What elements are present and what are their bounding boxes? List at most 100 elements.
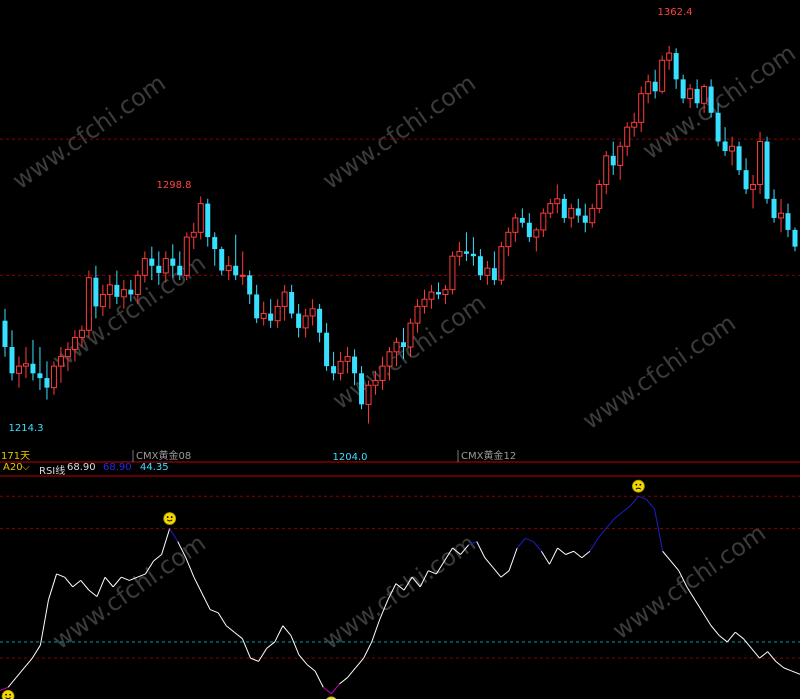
candle-body-82 (575, 208, 581, 216)
candle-body-12 (85, 277, 92, 331)
candle-body-52 (365, 384, 372, 405)
candle-body-75 (526, 222, 532, 238)
rsi-segment-40 (322, 686, 332, 695)
candle-body-35 (247, 275, 253, 295)
candle-body-59 (414, 305, 421, 324)
signal-smiley-low-1-eye-right (9, 693, 11, 696)
rsi-segment-34 (274, 625, 284, 643)
candle-body-94 (659, 59, 666, 92)
rsi-segment-2 (15, 667, 25, 678)
candle-body-62 (435, 292, 441, 295)
rsi-segment-76 (613, 511, 623, 520)
candle-body-42 (296, 313, 302, 328)
rsi-segment-94 (759, 651, 768, 659)
rsi-segment-68 (549, 547, 559, 565)
candle-body-96 (673, 53, 679, 80)
candle-body-46 (324, 332, 330, 367)
indicator-value-2: 44.35 (140, 462, 169, 473)
rsi-segment-63 (508, 547, 518, 571)
indicator-value-high: 68.90 (103, 462, 132, 473)
candle-body-77 (540, 212, 547, 231)
rsi-segment-5 (39, 599, 49, 646)
candle-body-37 (260, 313, 267, 319)
rsi-segment-62 (500, 570, 510, 578)
rsi-segment-71 (573, 550, 583, 559)
rsi-segment-67 (540, 550, 550, 565)
candle-body-61 (428, 291, 435, 300)
rsi-segment-70 (565, 550, 574, 555)
rsi-segment-36 (290, 635, 300, 656)
watermark-6: www.cfchi.com (47, 529, 210, 655)
signal-markers (1, 479, 645, 699)
candle-body-31 (219, 249, 225, 271)
signal-smiley-high-1-face (163, 512, 177, 525)
candle-body-97 (680, 79, 686, 99)
candle-body-0 (2, 320, 8, 348)
candle-body-73 (512, 217, 519, 233)
candle-body-33 (233, 265, 239, 276)
rsi-segment-4 (31, 644, 41, 659)
signal-frown-high (631, 479, 645, 493)
signal-smiley-high-1-eye-right (170, 516, 173, 518)
chevron-down-icon[interactable]: ⌵ (22, 462, 30, 473)
rsi-segment-26 (209, 609, 219, 614)
candle-body-110 (771, 198, 777, 218)
rsi-segment-37 (298, 654, 308, 665)
candle-body-72 (505, 231, 512, 248)
candle-body-102 (715, 112, 721, 142)
candle-body-40 (281, 291, 288, 307)
candle-body-65 (456, 250, 463, 257)
candle-body-54 (379, 365, 386, 381)
candle-body-13 (93, 277, 99, 307)
candle-body-53 (372, 379, 379, 386)
rsi-segment-65 (525, 537, 534, 543)
candle-body-38 (268, 313, 274, 321)
candle-body-48 (337, 360, 344, 374)
candle-body-92 (645, 81, 652, 95)
candle-body-51 (359, 373, 365, 405)
candle-body-95 (666, 52, 673, 61)
candle-body-14 (99, 293, 106, 307)
rsi-segment-3 (23, 657, 33, 669)
indicator-name[interactable]: A20 (3, 462, 23, 473)
rsi-segment-86 (694, 599, 704, 614)
watermark-8: www.cfchi.com (607, 519, 770, 645)
candle-body-66 (463, 251, 469, 254)
rsi-segment-73 (589, 538, 599, 552)
rsi-segment-89 (718, 635, 728, 643)
rsi-segment-64 (516, 537, 526, 549)
rsi-segment-80 (646, 499, 655, 510)
candle-body-58 (407, 322, 414, 348)
rsi-segment-77 (621, 505, 631, 513)
candle-body-3 (22, 363, 29, 367)
candle-body-69 (484, 267, 491, 276)
rsi-segment-24 (193, 576, 203, 594)
rsi-segment-1 (7, 677, 17, 688)
candle-body-50 (352, 356, 358, 374)
rsi-segment-82 (662, 550, 672, 562)
rsi-segment-69 (557, 547, 566, 555)
candle-body-87 (610, 155, 616, 166)
candle-body-85 (596, 184, 603, 209)
candle-body-36 (254, 294, 260, 319)
rsi-segment-98 (791, 670, 800, 675)
rsi-segment-39 (314, 670, 324, 688)
rsi-segment-42 (339, 677, 348, 685)
rsi-segment-29 (234, 631, 243, 640)
rsi-segment-90 (726, 631, 736, 643)
candle-body-109 (764, 141, 770, 199)
candle-body-21 (149, 258, 155, 266)
candle-body-104 (729, 145, 736, 152)
candle-body-9 (64, 348, 71, 358)
candle-body-15 (106, 284, 113, 295)
signal-smiley-low-1 (1, 689, 15, 699)
rsi-segment-95 (767, 651, 777, 662)
candle-body-98 (687, 88, 694, 99)
rsi-segment-43 (347, 667, 356, 678)
candle-body-5 (37, 373, 43, 379)
candle-body-30 (212, 237, 218, 250)
peak-price-label: 1298.8 (157, 180, 192, 191)
candle-body-41 (289, 292, 295, 314)
rsi-segment-25 (201, 593, 211, 610)
candle-body-79 (554, 198, 561, 205)
